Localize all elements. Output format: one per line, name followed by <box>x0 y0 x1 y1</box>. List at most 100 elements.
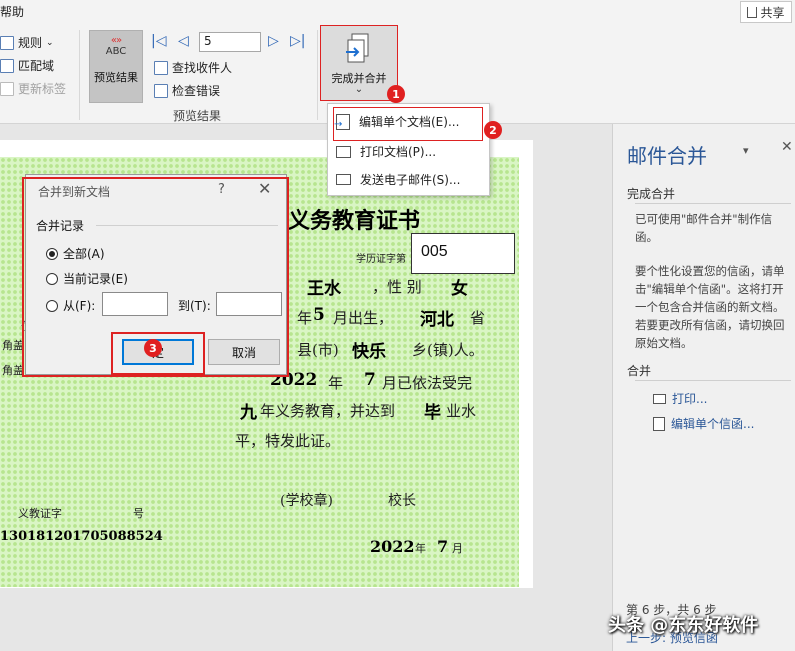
email-icon <box>336 174 351 185</box>
edit-document-icon <box>653 416 665 431</box>
radio-all[interactable]: 全部(A) <box>46 245 105 262</box>
print-link-label: 打印... <box>672 392 708 406</box>
rules-button[interactable]: 规则 ⌄ <box>0 34 54 51</box>
highlight-frame-edit <box>333 107 483 141</box>
close-icon[interactable]: ✕ <box>258 179 271 198</box>
section-divider <box>635 203 791 204</box>
cert-word-right: 号 <box>133 507 144 520</box>
print-link[interactable]: 打印... <box>653 390 707 407</box>
radio-selected-icon <box>46 247 58 260</box>
preview-results-label: 预览结果 <box>94 71 138 84</box>
previous-record-icon[interactable]: ◁ <box>178 33 189 49</box>
find-recipient-icon <box>154 60 168 75</box>
menu-send-email[interactable]: 发送电子邮件(S)... <box>336 171 460 188</box>
province-suffix: 省 <box>470 309 486 327</box>
rules-icon <box>0 35 14 50</box>
match-fields-button[interactable]: 匹配域 <box>0 57 54 74</box>
menu-print-documents[interactable]: 打印文档(P)... <box>336 143 436 160</box>
record-number-input[interactable]: 5 <box>199 32 261 52</box>
update-labels-button[interactable]: 更新标签 <box>0 80 66 97</box>
mail-merge-pane: 邮件合并 ▾ ✕ 完成合并 已可使用"邮件合并"制作信函。 要个性化设置您的信函… <box>612 124 795 651</box>
check-errors-label: 检查错误 <box>172 84 221 98</box>
field-grad-month: 7 <box>364 370 376 390</box>
print-icon <box>336 145 351 158</box>
menu-print-label: 打印文档(P)... <box>360 145 437 159</box>
radio-current[interactable]: 当前记录(E) <box>46 270 128 287</box>
share-icon <box>747 6 758 18</box>
edit-letters-label: 编辑单个信函... <box>671 417 755 431</box>
birth-year-label: 年 <box>297 309 313 327</box>
field-date-year: 2022 <box>370 537 415 556</box>
first-record-icon[interactable]: |◁ <box>151 33 166 49</box>
pane-title: 邮件合并 <box>627 144 707 168</box>
rules-label: 规则 <box>18 36 43 50</box>
cert-closing: 平，特发此证。 <box>235 432 341 450</box>
cancel-button[interactable]: 取消 <box>208 339 280 365</box>
share-button[interactable]: 共享 <box>740 1 792 23</box>
radio-from[interactable]: 从(F): <box>46 297 95 314</box>
group-divider <box>96 225 278 226</box>
field-town: 快乐 <box>352 342 386 362</box>
field-gender: 女 <box>451 279 468 299</box>
radio-all-label: 全部(A) <box>63 247 105 261</box>
date-year-label: 年 <box>415 542 426 555</box>
left-fragment: 角盖 <box>2 364 24 377</box>
ribbon-divider <box>79 30 80 120</box>
finish-merge-button[interactable]: 完成并合并 ⌄ <box>320 25 398 101</box>
check-errors-icon <box>154 83 168 98</box>
section-complete-merge: 完成合并 <box>627 187 676 201</box>
chevron-down-icon: ⌄ <box>354 84 364 95</box>
last-record-icon[interactable]: ▷| <box>290 33 305 49</box>
radio-current-label: 当前记录(E) <box>63 272 128 286</box>
preview-results-button[interactable]: «» ABC 预览结果 <box>89 30 143 103</box>
grad-year-label: 年 <box>328 374 344 392</box>
dialog-title: 合并到新文档 <box>38 185 111 199</box>
to-label: 到(T): <box>178 299 211 313</box>
chevron-down-icon: ⌄ <box>46 37 54 48</box>
step-badge-1: 1 <box>387 85 405 103</box>
next-record-icon[interactable]: ▷ <box>268 33 279 49</box>
help-icon[interactable]: ? <box>218 182 225 197</box>
ribbon-divider <box>317 30 318 120</box>
find-recipient-label: 查找收件人 <box>172 61 233 75</box>
pane-options-icon[interactable]: ▾ <box>743 144 749 157</box>
field-province: 河北 <box>420 310 454 330</box>
edit-letters-link[interactable]: 编辑单个信函... <box>653 415 754 432</box>
birth-text: 月出生， <box>333 309 394 327</box>
preview-icon-text: ABC <box>105 46 127 57</box>
from-input[interactable] <box>102 292 168 316</box>
step-badge-3: 3 <box>144 339 162 357</box>
section-divider <box>635 380 791 381</box>
find-recipient-button[interactable]: 查找收件人 <box>154 59 232 76</box>
field-id-number: 130181201705088524 <box>0 529 163 544</box>
radio-unselected-icon <box>46 272 58 285</box>
check-errors-button[interactable]: 检查错误 <box>154 82 220 99</box>
tab-help[interactable]: 帮助 <box>0 3 24 20</box>
date-month-label: 月 <box>452 542 463 555</box>
update-labels-label: 更新标签 <box>18 82 67 96</box>
principal-label: 校长 <box>388 493 416 509</box>
county-label: 县(市) <box>297 341 339 359</box>
radio-unselected-icon <box>46 299 58 312</box>
left-fragment: 角盖 <box>2 339 24 352</box>
match-fields-icon <box>0 58 14 73</box>
close-icon[interactable]: ✕ <box>781 139 793 155</box>
certificate-title: 义务教育证书 <box>288 208 421 234</box>
print-icon <box>653 393 666 404</box>
pane-paragraph-1: 已可使用"邮件合并"制作信函。 <box>635 212 773 244</box>
cert-word-left: 义教证字 <box>18 507 62 520</box>
field-birth-month: 5 <box>313 305 325 325</box>
status-suffix: 业水 <box>446 402 477 420</box>
field-status: 毕 <box>424 403 441 423</box>
field-date-month: 7 <box>437 537 449 556</box>
field-name: 王水 <box>307 279 341 299</box>
edu-text: 年义务教育，并达到 <box>260 402 396 420</box>
school-seal: (学校章) <box>280 493 333 509</box>
group-label-preview-results: 预览结果 <box>173 109 222 123</box>
finish-merge-icon <box>346 33 369 63</box>
share-label: 共享 <box>760 5 785 20</box>
merge-records-group-label: 合并记录 <box>36 219 85 233</box>
to-input[interactable] <box>216 292 282 316</box>
step-badge-2: 2 <box>484 121 502 139</box>
serial-number-field: 005 <box>411 233 515 274</box>
